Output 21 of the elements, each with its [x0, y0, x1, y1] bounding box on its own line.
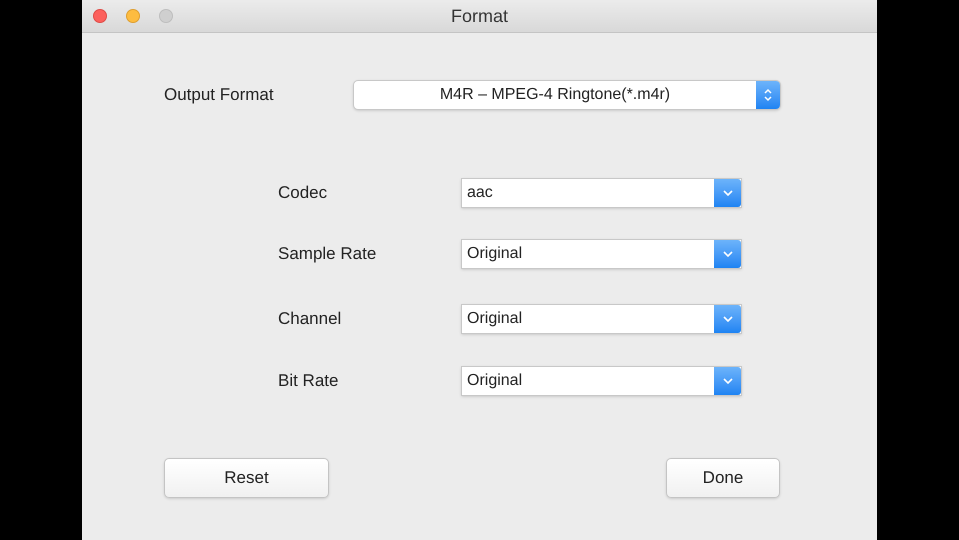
dropdown[interactable]: Original [461, 366, 742, 396]
dropdown[interactable]: aac [461, 178, 742, 208]
field-label: Bit Rate [278, 370, 340, 392]
dropdown[interactable]: Original [461, 304, 742, 334]
close-button[interactable] [93, 9, 107, 23]
stepper-icon [763, 88, 773, 102]
done-button[interactable]: Done [666, 458, 780, 498]
zoom-button[interactable] [159, 9, 173, 23]
dropdown[interactable]: Original [461, 239, 742, 269]
field-label: Channel [278, 308, 342, 330]
chevron-down-icon [722, 316, 732, 322]
field-label: Sample Rate [278, 243, 378, 266]
field-label: Output Format [164, 84, 275, 106]
window-title: Format [451, 4, 508, 28]
chevron-down-icon [722, 190, 732, 196]
chevron-down-icon [722, 251, 732, 257]
format-select[interactable]: M4R – MPEG-4 Ringtone(*.m4r) [353, 80, 781, 110]
minimize-button[interactable] [126, 9, 140, 23]
field-label: Codec [278, 182, 328, 204]
reset-button[interactable]: Reset [164, 458, 329, 498]
chevron-down-icon [722, 378, 732, 384]
